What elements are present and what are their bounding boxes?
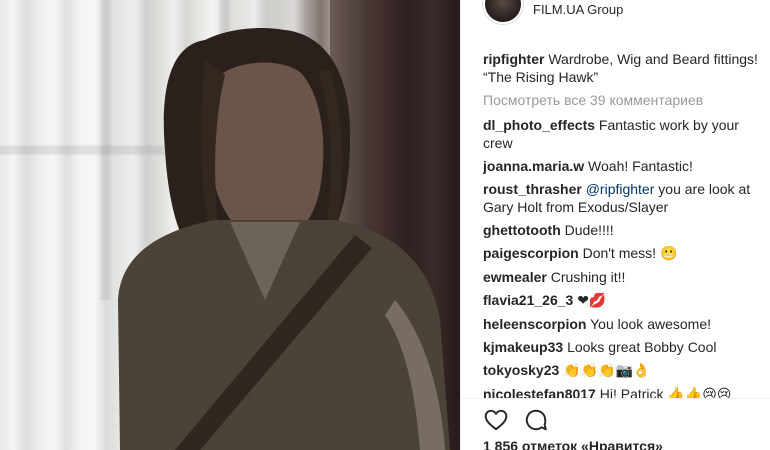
list-item: roust_thrasher @ripfighter you are look … bbox=[483, 180, 765, 216]
caption-text: Wardrobe, Wig and Beard fittings! bbox=[548, 51, 758, 67]
list-item: ghettotooth Dude!!!! bbox=[483, 221, 765, 239]
comment-emoji: 👍👍😢😢 bbox=[667, 387, 732, 398]
comment-text: Woah! Fantastic! bbox=[588, 158, 693, 174]
comment-text: You look awesome! bbox=[590, 316, 712, 332]
comment-emoji: ❤💋 bbox=[577, 293, 607, 309]
comment-user[interactable]: ghettotooth bbox=[483, 222, 561, 238]
comment-user[interactable]: paigescorpion bbox=[483, 245, 579, 261]
list-item: heleenscorpion You look awesome! bbox=[483, 315, 765, 333]
post-caption: ripfighter Wardrobe, Wig and Beard fitti… bbox=[483, 50, 765, 86]
comment-text: Don't mess! bbox=[582, 245, 660, 261]
post-header: FILM.UA Group bbox=[461, 0, 770, 24]
caption-author[interactable]: ripfighter bbox=[483, 51, 544, 67]
list-item: ewmealer Crushing it!! bbox=[483, 268, 765, 286]
comment-user[interactable]: heleenscorpion bbox=[483, 316, 586, 332]
comment-user[interactable]: joanna.maria.w bbox=[483, 158, 584, 174]
list-item: joanna.maria.w Woah! Fantastic! bbox=[483, 157, 765, 175]
comment-emoji: 😬 bbox=[659, 246, 678, 262]
comment-user[interactable]: tokyosky23 bbox=[483, 362, 559, 378]
likes-count[interactable]: 1 856 отметок «Нравится» bbox=[483, 438, 663, 450]
comment-text: Dude!!!! bbox=[564, 222, 614, 238]
caption-quote: “The Rising Hawk” bbox=[483, 69, 599, 85]
comment-user[interactable]: roust_thrasher bbox=[483, 181, 582, 197]
list-item: kjmakeup33 Looks great Bobby Cool bbox=[483, 338, 765, 356]
post-details-panel: FILM.UA Group ripfighter Wardrobe, Wig a… bbox=[460, 0, 770, 450]
comment-user[interactable]: kjmakeup33 bbox=[483, 339, 563, 355]
comment-mention[interactable]: @ripfighter bbox=[586, 181, 655, 197]
comments-list[interactable]: ripfighter Wardrobe, Wig and Beard fitti… bbox=[483, 50, 765, 398]
comment-text: Looks great Bobby Cool bbox=[567, 339, 717, 355]
list-item: tokyosky23 👏👏👏📷👌 bbox=[483, 361, 765, 380]
comment-user[interactable]: nicolestefan8017 bbox=[483, 386, 596, 398]
comment-emoji: 👏👏👏📷👌 bbox=[563, 363, 651, 379]
view-all-comments-link[interactable]: Посмотреть все 39 комментариев bbox=[483, 91, 765, 109]
author-avatar[interactable] bbox=[483, 0, 523, 24]
comment-text: Crushing it!! bbox=[550, 269, 626, 285]
comment-text: Hi! Patrick bbox=[599, 386, 668, 398]
heart-icon[interactable] bbox=[483, 407, 509, 433]
post-photo[interactable] bbox=[0, 0, 460, 450]
comment-icon[interactable] bbox=[523, 407, 549, 433]
comment-user[interactable]: ewmealer bbox=[483, 269, 547, 285]
comment-user[interactable]: dl_photo_effects bbox=[483, 117, 595, 133]
list-item: dl_photo_effects Fantastic work by your … bbox=[483, 116, 765, 152]
list-item: flavia21_26_3 ❤💋 bbox=[483, 291, 765, 310]
list-item: nicolestefan8017 Hi! Patrick 👍👍😢😢 bbox=[483, 385, 765, 398]
comment-user[interactable]: flavia21_26_3 bbox=[483, 292, 573, 308]
man-in-costume bbox=[118, 28, 450, 450]
list-item: paigescorpion Don't mess! 😬 bbox=[483, 244, 765, 263]
post-location[interactable]: FILM.UA Group bbox=[533, 2, 623, 17]
post-actions-bar: 1 856 отметок «Нравится» bbox=[461, 398, 770, 450]
